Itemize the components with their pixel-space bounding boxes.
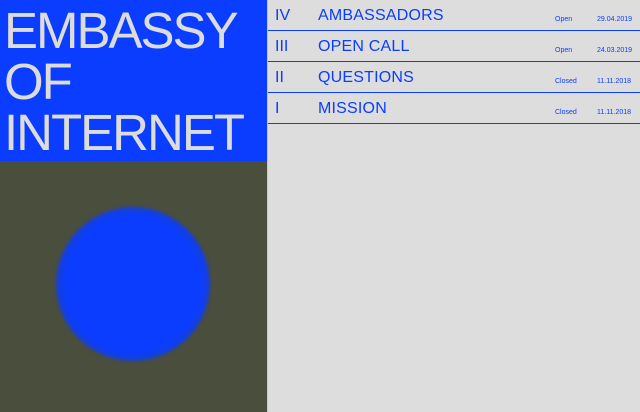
list-item-title[interactable]: OPEN CALL (318, 38, 410, 56)
list-item-numeral: III (275, 38, 289, 55)
list-item-title[interactable]: QUESTIONS (318, 69, 414, 87)
site-title-line-1: EMBASSY (4, 2, 239, 59)
list-item-numeral: II (275, 69, 284, 86)
list-item-status: Open (555, 47, 573, 54)
site-title-block[interactable]: EMBASSY OF INTERNET (0, 0, 267, 161)
page: EMBASSY OF INTERNET IV AMBASSADORS Open … (0, 0, 640, 412)
site-title-line-3: INTERNET (4, 104, 245, 161)
list-item-date: 11.11.2018 (597, 78, 631, 85)
list-item-ambassadors[interactable]: IV AMBASSADORS Open 29.04.2019 (268, 0, 640, 31)
blue-orb-graphic (56, 207, 210, 361)
list-item-date: 29.04.2019 (597, 16, 633, 23)
list-item-date: 11.11.2018 (597, 109, 631, 116)
list-item-open-call[interactable]: III OPEN CALL Open 24.03.2019 (268, 31, 640, 62)
list-item-status: Closed (555, 109, 577, 116)
list-item-mission[interactable]: I MISSION Closed 11.11.2018 (268, 93, 640, 124)
list-item-numeral: IV (275, 7, 291, 24)
list-item-numeral: I (275, 100, 280, 117)
list-item-title[interactable]: MISSION (318, 100, 387, 118)
list-item-title[interactable]: AMBASSADORS (318, 7, 444, 25)
chapter-list: IV AMBASSADORS Open 29.04.2019 III OPEN … (268, 0, 640, 124)
list-item-date: 24.03.2019 (597, 47, 633, 54)
list-item-questions[interactable]: II QUESTIONS Closed 11.11.2018 (268, 62, 640, 93)
list-item-status: Open (555, 16, 573, 23)
site-title-line-2: OF (4, 53, 73, 110)
list-item-status: Closed (555, 78, 577, 85)
hero-image (0, 161, 267, 412)
left-panel: EMBASSY OF INTERNET (0, 0, 267, 412)
